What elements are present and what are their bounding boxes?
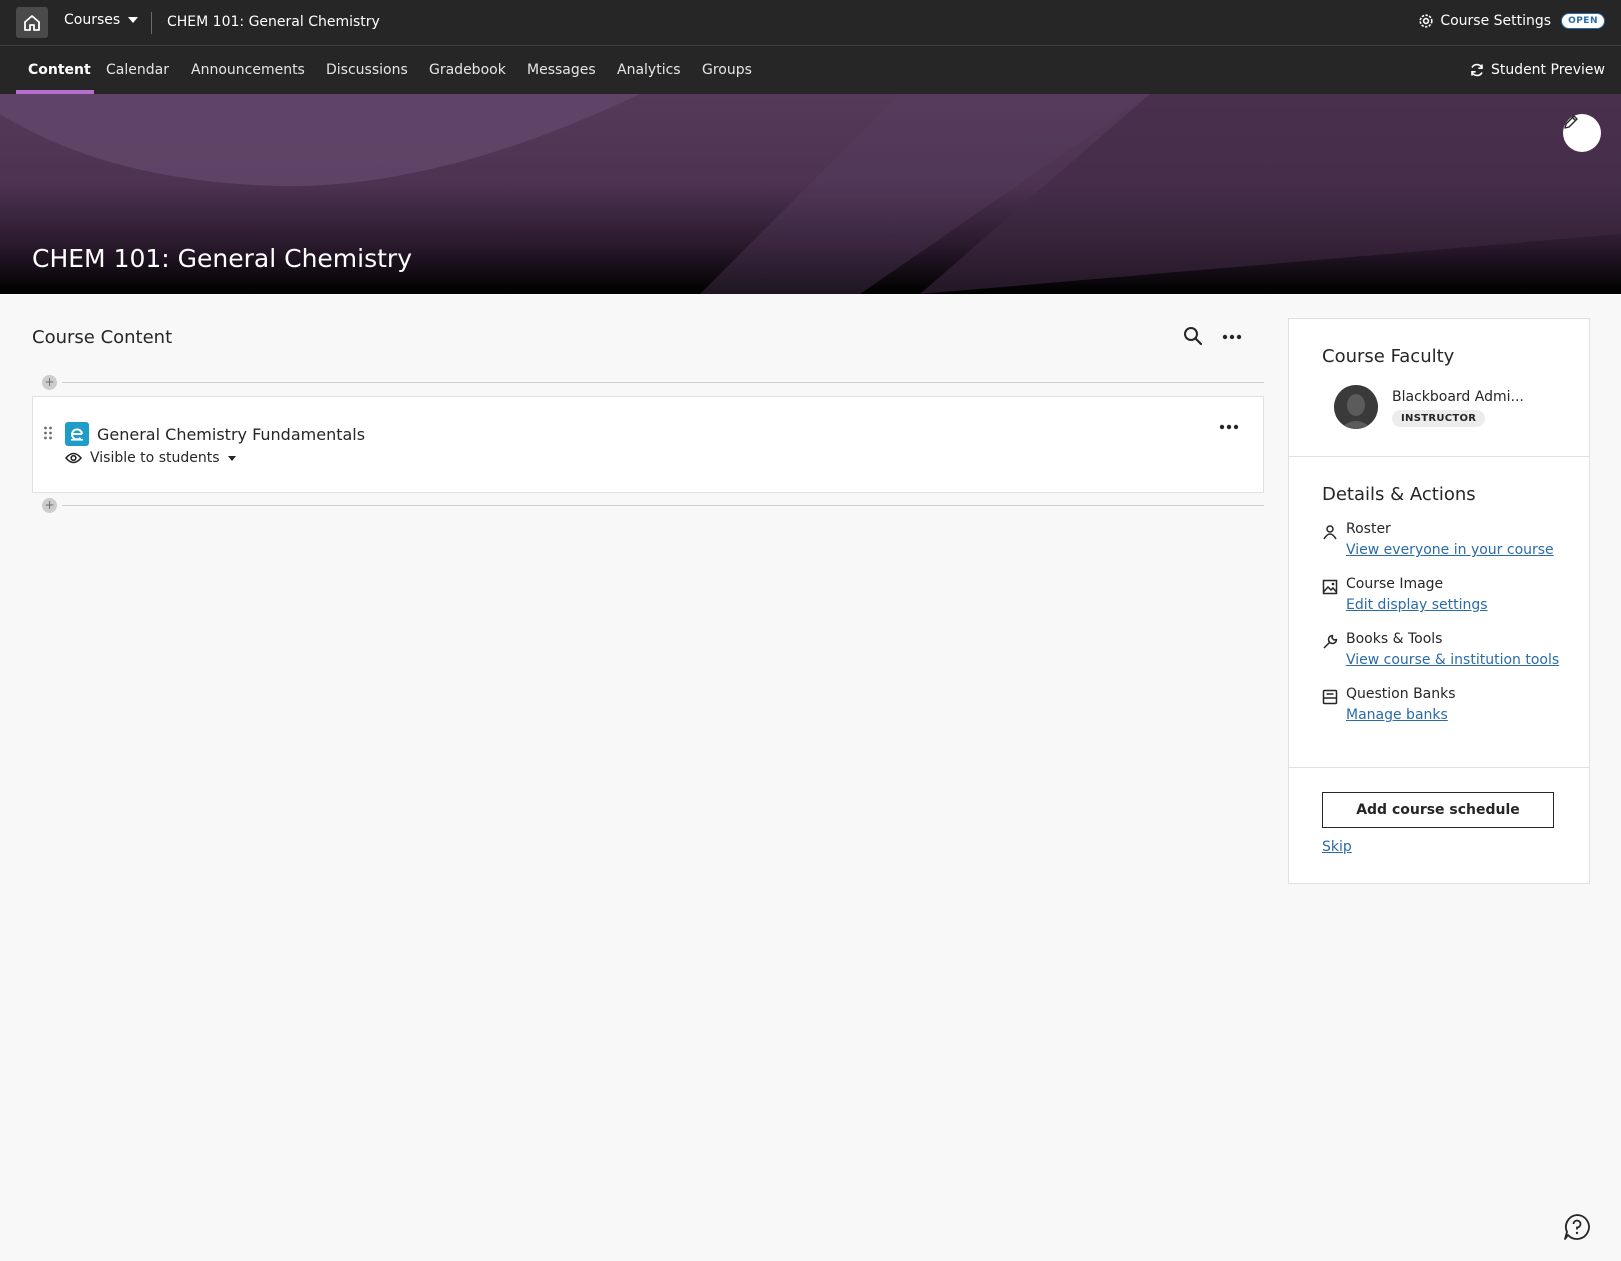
course-banner: CHEM 101: General Chemistry xyxy=(0,94,1621,294)
user-silhouette-icon xyxy=(1334,385,1378,429)
refresh-icon xyxy=(1471,63,1483,77)
add-content-line xyxy=(62,382,1264,383)
content-item-options-button[interactable] xyxy=(1217,417,1241,437)
course-settings-label: Course Settings xyxy=(1440,13,1552,29)
add-content-icon[interactable]: + xyxy=(42,498,57,513)
tab-analytics[interactable]: Analytics xyxy=(617,62,681,78)
course-title: CHEM 101: General Chemistry xyxy=(32,244,413,273)
wrench-icon xyxy=(1323,634,1338,649)
topbar-divider xyxy=(151,12,152,34)
visibility-dropdown[interactable]: Visible to students xyxy=(65,450,236,466)
tab-content[interactable]: Content xyxy=(28,62,91,78)
question-banks-action: Question Banks Manage banks xyxy=(1322,686,1582,726)
content-item-title[interactable]: General Chemistry Fundamentals xyxy=(97,425,365,444)
roster-action: Roster View everyone in your course xyxy=(1322,521,1582,561)
roster-link[interactable]: View everyone in your course xyxy=(1346,542,1554,558)
help-icon xyxy=(1564,1214,1590,1240)
tab-announcements[interactable]: Announcements xyxy=(191,62,305,78)
course-image-action: Course Image Edit display settings xyxy=(1322,576,1582,616)
roster-icon xyxy=(1323,525,1337,540)
pencil-icon xyxy=(1564,115,1578,129)
tab-discussions[interactable]: Discussions xyxy=(326,62,408,78)
home-button[interactable] xyxy=(16,7,48,38)
visibility-label: Visible to students xyxy=(90,450,220,466)
question-banks-link[interactable]: Manage banks xyxy=(1346,707,1448,723)
student-preview-label: Student Preview xyxy=(1490,62,1605,78)
caret-down-icon xyxy=(227,455,236,461)
avatar[interactable] xyxy=(1334,385,1378,429)
search-icon xyxy=(1184,327,1203,346)
skip-link[interactable]: Skip xyxy=(1322,839,1352,855)
role-badge: INSTRUCTOR xyxy=(1392,410,1486,427)
eye-icon xyxy=(65,452,82,464)
course-details-panel: Course Faculty Blackboard Admi... INSTRU… xyxy=(1288,318,1590,884)
tab-gradebook[interactable]: Gradebook xyxy=(429,62,506,78)
image-icon xyxy=(1322,579,1338,595)
roster-title: Roster xyxy=(1346,521,1391,537)
books-tools-title: Books & Tools xyxy=(1346,631,1443,647)
caret-down-icon xyxy=(128,17,139,23)
course-image-link[interactable]: Edit display settings xyxy=(1346,597,1488,613)
add-course-schedule-button[interactable]: Add course schedule xyxy=(1322,792,1554,828)
course-settings-button[interactable]: Course Settings OPEN xyxy=(1418,13,1605,29)
more-options-icon xyxy=(1219,424,1239,430)
question-bank-icon xyxy=(1322,689,1338,705)
books-tools-link[interactable]: View course & institution tools xyxy=(1346,652,1559,668)
more-options-icon xyxy=(1222,334,1242,340)
tab-messages[interactable]: Messages xyxy=(527,62,596,78)
home-icon xyxy=(24,14,40,31)
details-actions-heading: Details & Actions xyxy=(1322,484,1476,505)
courses-dropdown[interactable]: Courses xyxy=(64,12,139,28)
content-options-button[interactable] xyxy=(1220,326,1244,348)
course-nav: Content Calendar Announcements Discussio… xyxy=(0,46,1621,94)
add-content-icon[interactable]: + xyxy=(42,375,57,390)
course-status-badge: OPEN xyxy=(1561,13,1605,29)
content-item[interactable]: General Chemistry Fundamentals Visible t… xyxy=(32,396,1264,493)
add-content-line xyxy=(62,505,1264,506)
ebook-icon xyxy=(65,422,89,446)
course-image-title: Course Image xyxy=(1346,576,1444,592)
add-content-row[interactable]: + xyxy=(42,375,1264,390)
question-banks-title: Question Banks xyxy=(1346,686,1456,702)
edit-banner-button[interactable] xyxy=(1563,114,1601,152)
drag-handle-icon[interactable] xyxy=(43,425,53,440)
student-preview-button[interactable]: Student Preview xyxy=(1469,62,1605,78)
panel-divider xyxy=(1289,767,1589,768)
courses-label: Courses xyxy=(64,12,121,28)
help-button[interactable] xyxy=(1563,1213,1591,1241)
tab-calendar[interactable]: Calendar xyxy=(106,62,169,78)
faculty-name[interactable]: Blackboard Admi... xyxy=(1392,389,1524,405)
books-tools-action: Books & Tools View course & institution … xyxy=(1322,631,1582,671)
breadcrumb-course: CHEM 101: General Chemistry xyxy=(167,14,380,30)
gear-icon xyxy=(1419,14,1433,28)
top-bar: Courses CHEM 101: General Chemistry Cour… xyxy=(0,0,1621,46)
add-content-row[interactable]: + xyxy=(42,498,1264,513)
panel-divider xyxy=(1289,456,1589,457)
course-faculty-heading: Course Faculty xyxy=(1322,346,1455,367)
search-content-button[interactable] xyxy=(1183,326,1205,348)
course-content-heading: Course Content xyxy=(32,327,173,348)
tab-groups[interactable]: Groups xyxy=(702,62,752,78)
